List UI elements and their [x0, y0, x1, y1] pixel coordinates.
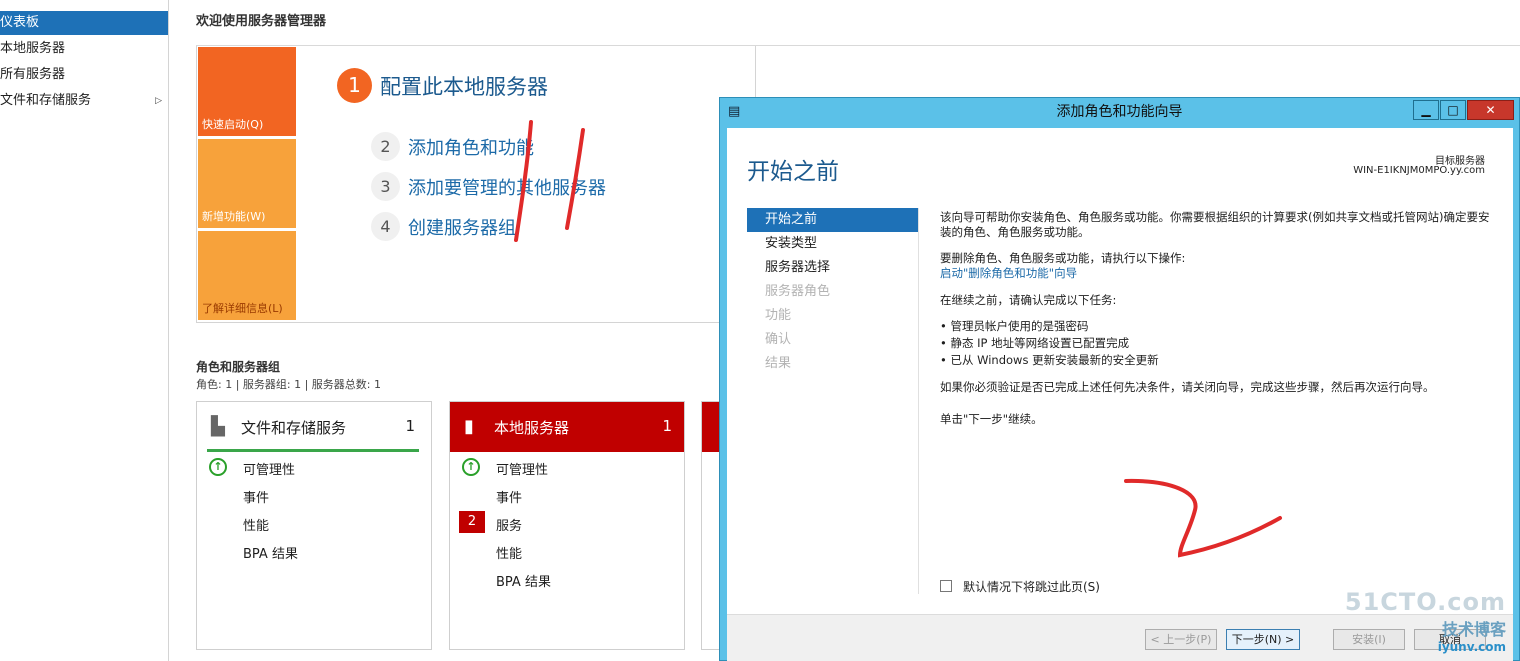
- nav-item-file-storage[interactable]: 文件和存储服务 ▷: [0, 89, 168, 113]
- continue-text: 单击"下一步"继续。: [940, 412, 1043, 426]
- step-configure-local-server[interactable]: 1 配置此本地服务器: [337, 68, 548, 103]
- card-row-events[interactable]: 事件: [243, 487, 269, 506]
- groups-title: 角色和服务器组: [196, 360, 281, 374]
- card-row-bpa[interactable]: BPA 结果: [243, 543, 298, 562]
- step-create-server-group[interactable]: 4 创建服务器组: [371, 212, 516, 241]
- step-number: 2: [371, 132, 400, 161]
- remove-text: 要删除角色、角色服务或功能，请执行以下操作:: [940, 251, 1186, 265]
- bullet-text: 静态 IP 地址等网络设置已配置完成: [950, 336, 1130, 350]
- cancel-button[interactable]: 取消: [1414, 629, 1486, 650]
- step-link[interactable]: 配置此本地服务器: [380, 71, 548, 101]
- server-icon: ▮: [464, 416, 474, 437]
- dialog-footer: < 上一步(P) 下一步(N) > 安装(I) 取消: [727, 614, 1513, 661]
- card-row-manageability[interactable]: 可管理性: [496, 459, 548, 478]
- wizard-heading: 开始之前: [747, 159, 839, 185]
- card-header[interactable]: ▙ 文件和存储服务 1: [207, 402, 419, 452]
- alert-count-badge: 2: [459, 511, 485, 533]
- tile-quick-start[interactable]: 快速启动(Q): [198, 47, 296, 136]
- wizard-step-results: 结果: [765, 356, 792, 371]
- minimize-button[interactable]: ▁: [1413, 100, 1439, 120]
- card-title: 本地服务器: [494, 419, 570, 437]
- step-number: 1: [337, 68, 372, 103]
- bullet-item: • 已从 Windows 更新安装最新的安全更新: [940, 353, 1159, 367]
- card-row-events[interactable]: 事件: [496, 487, 522, 506]
- card-count: 1: [405, 417, 415, 435]
- tile-label: 快速启动(Q): [202, 118, 264, 131]
- status-ok-icon: ↑: [462, 458, 480, 476]
- verify-text: 如果你必须验证是否已完成上述任何先决条件，请关闭向导，完成这些步骤，然后再次运行…: [940, 380, 1435, 394]
- card-row-bpa[interactable]: BPA 结果: [496, 571, 551, 590]
- wizard-step-confirmation: 确认: [765, 332, 792, 347]
- bullet-item: • 管理员帐户使用的是强密码: [940, 319, 1089, 333]
- tile-learn-more[interactable]: 了解详细信息(L): [198, 231, 296, 320]
- nav-item-label: 仪表板: [0, 15, 40, 30]
- prereq-text: 在继续之前，请确认完成以下任务:: [940, 293, 1117, 307]
- card-row-performance[interactable]: 性能: [243, 515, 269, 534]
- nav-item-all-servers[interactable]: 所有服务器: [0, 63, 168, 87]
- wizard-step-before-you-begin[interactable]: 开始之前: [747, 208, 919, 232]
- tile-whats-new[interactable]: 新增功能(W): [198, 139, 296, 228]
- step-add-servers[interactable]: 3 添加要管理的其他服务器: [371, 172, 606, 201]
- step-link[interactable]: 创建服务器组: [408, 214, 516, 240]
- card-title: 文件和存储服务: [241, 419, 347, 437]
- card-row-services[interactable]: 服务: [496, 515, 522, 534]
- groups-subtitle: 角色: 1 | 服务器组: 1 | 服务器总数: 1: [196, 378, 382, 391]
- nav-item-local-server[interactable]: 本地服务器: [0, 37, 168, 61]
- left-navigation: 仪表板 本地服务器 所有服务器 文件和存储服务 ▷: [0, 0, 169, 661]
- card-local-server[interactable]: ▮ 本地服务器 1 ↑ 可管理性 事件 2 服务 性能 BPA 结果: [449, 401, 685, 650]
- wizard-step-features: 功能: [765, 308, 792, 323]
- dialog-body: 开始之前 目标服务器 WIN-E1IKNJM0MPO.yy.com 开始之前 安…: [727, 128, 1513, 614]
- card-row-manageability[interactable]: 可管理性: [243, 459, 295, 478]
- divider: [918, 208, 919, 594]
- tile-label: 了解详细信息(L): [202, 302, 283, 315]
- skip-page-label[interactable]: 默认情况下将跳过此页(S): [963, 578, 1100, 595]
- step-link[interactable]: 添加角色和功能: [408, 134, 534, 160]
- remove-roles-link[interactable]: 启动"删除角色和功能"向导: [940, 266, 1495, 281]
- wizard-step-server-roles: 服务器角色: [765, 284, 831, 299]
- intro-text: 该向导可帮助你安装角色、角色服务或功能。你需要根据组织的计算要求(例如共享文档或…: [940, 210, 1490, 239]
- dialog-title: 添加角色和功能向导: [1056, 104, 1183, 120]
- next-button[interactable]: 下一步(N) >: [1226, 629, 1300, 650]
- folder-server-icon: ▙: [211, 416, 225, 437]
- nav-item-label: 所有服务器: [0, 67, 66, 82]
- close-button[interactable]: ✕: [1467, 100, 1514, 120]
- step-add-roles[interactable]: 2 添加角色和功能: [371, 132, 534, 161]
- previous-button: < 上一步(P): [1145, 629, 1217, 650]
- card-row-performance[interactable]: 性能: [496, 543, 522, 562]
- card-file-storage[interactable]: ▙ 文件和存储服务 1 ↑ 可管理性 事件 性能 BPA 结果: [196, 401, 432, 650]
- step-number: 3: [371, 172, 400, 201]
- chevron-right-icon: ▷: [155, 96, 162, 106]
- target-server-value: WIN-E1IKNJM0MPO.yy.com: [1353, 165, 1485, 176]
- welcome-title: 欢迎使用服务器管理器: [196, 14, 327, 29]
- skip-page-checkbox[interactable]: [940, 580, 952, 592]
- nav-item-label: 本地服务器: [0, 41, 66, 56]
- nav-item-label: 文件和存储服务: [0, 93, 92, 108]
- bullet-text: 已从 Windows 更新安装最新的安全更新: [950, 353, 1159, 367]
- install-button: 安装(I): [1333, 629, 1405, 650]
- bullet-item: • 静态 IP 地址等网络设置已配置完成: [940, 336, 1130, 350]
- add-roles-wizard-dialog: ▤ 添加角色和功能向导 ▁ □ ✕ 开始之前 目标服务器 WIN-E1IKNJM…: [719, 97, 1520, 661]
- status-ok-icon: ↑: [209, 458, 227, 476]
- step-link[interactable]: 添加要管理的其他服务器: [408, 174, 606, 200]
- nav-item-dashboard[interactable]: 仪表板: [0, 11, 168, 35]
- card-count: 1: [662, 417, 672, 435]
- bullet-text: 管理员帐户使用的是强密码: [950, 319, 1089, 333]
- wizard-step-install-type[interactable]: 安装类型: [747, 232, 919, 256]
- wizard-step-server-selection[interactable]: 服务器选择: [747, 256, 919, 280]
- step-number: 4: [371, 212, 400, 241]
- maximize-button[interactable]: □: [1440, 100, 1466, 120]
- card-header[interactable]: ▮ 本地服务器 1: [450, 402, 684, 452]
- tile-label: 新增功能(W): [202, 210, 266, 223]
- wizard-steps: 开始之前 安装类型 服务器选择 服务器角色 功能 确认 结果: [747, 208, 919, 376]
